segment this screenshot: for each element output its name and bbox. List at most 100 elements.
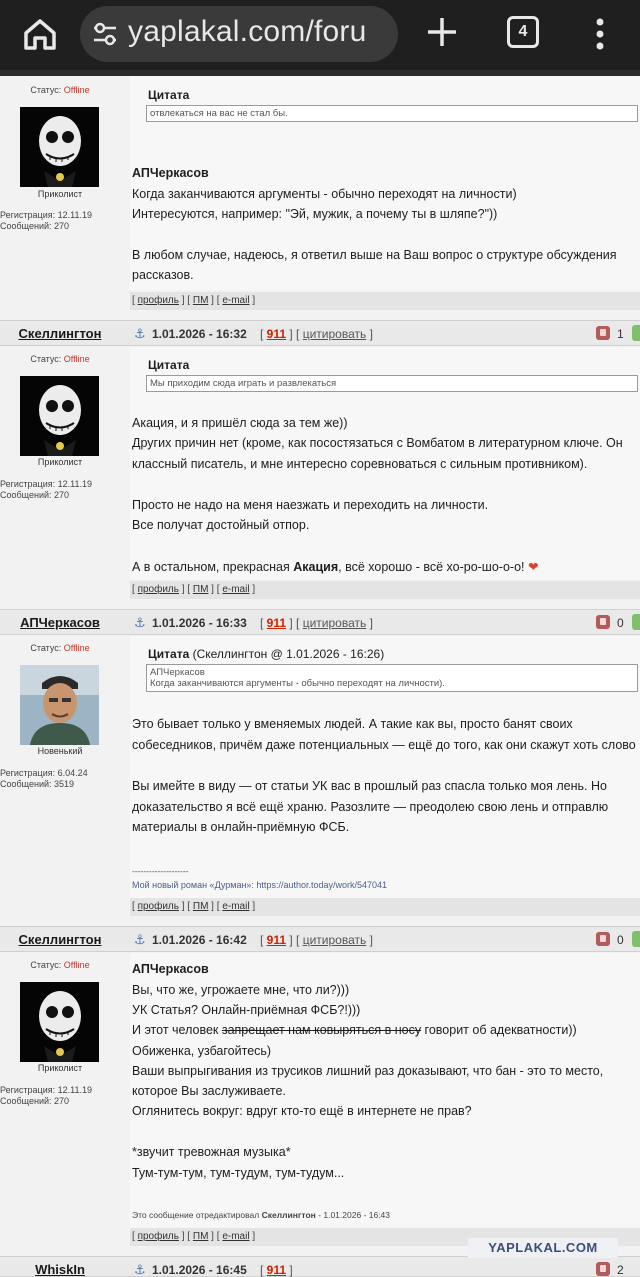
quote-link[interactable]: цитировать	[303, 616, 367, 630]
site-settings-icon[interactable]	[90, 20, 120, 48]
vote-minus-icon[interactable]	[596, 615, 610, 629]
post-text-line: рассказов.	[132, 268, 194, 282]
address-bar[interactable]: yaplakal.com/foru	[80, 6, 398, 62]
pm-link[interactable]: ПМ	[193, 584, 209, 595]
vote-minus-icon[interactable]	[596, 326, 610, 340]
profile-link[interactable]: профиль	[138, 584, 179, 595]
vote-plus-icon[interactable]	[632, 325, 640, 341]
user-status: Статус: Offline	[30, 85, 90, 95]
post-text-line: которое Вы заслуживаете.	[132, 1084, 286, 1098]
post-actions: [ 911 ] [ цитировать ]	[260, 327, 373, 341]
quote-link[interactable]: цитировать	[303, 933, 367, 947]
reputation-link[interactable]: 911	[267, 616, 286, 630]
post-text-line: УК Статья? Онлайн-приёмная ФСБ?!)))	[132, 1003, 361, 1017]
pm-link[interactable]: ПМ	[193, 901, 209, 912]
anchor-icon[interactable]: ⚓	[134, 615, 146, 631]
quote-link[interactable]: цитировать	[303, 327, 367, 341]
avatar[interactable]	[20, 982, 99, 1062]
signature-link[interactable]: Мой новый роман «Дурман»: https://author…	[132, 880, 387, 890]
vote-plus-icon[interactable]	[632, 931, 640, 947]
vote-count: 1	[617, 327, 624, 341]
user-rank: Новенький	[37, 746, 83, 756]
post-text-line: И этот человек запрещает нам ковыряться …	[132, 1023, 577, 1037]
quote-box: отвлекаться на вас не стал бы.	[146, 105, 638, 122]
pm-link[interactable]: ПМ	[193, 295, 209, 306]
email-link[interactable]: e-mail	[222, 901, 249, 912]
reply-author: АПЧеркасов	[132, 962, 209, 976]
post-author-nick[interactable]: Скеллингтон	[0, 932, 120, 947]
post-author-panel: Статус: Offline Приколист Регистрация: 1…	[0, 76, 120, 290]
post-actions: [ 911 ] [ цитировать ]	[260, 933, 373, 947]
post-text-line: Оглянитесь вокруг: вдруг кто-то ещё в ин…	[132, 1104, 472, 1118]
post-text-line: Вы имейте в виду — от статьи УК вас в пр…	[132, 779, 607, 793]
vote-plus-icon[interactable]	[632, 614, 640, 630]
post-text-line: Это бывает только у вменяемых людей. А т…	[132, 717, 573, 731]
quote-label: Цитата (Скеллингтон @ 1.01.2026 - 16:26)	[148, 647, 385, 661]
new-tab-icon[interactable]	[420, 10, 464, 54]
browser-toolbar: yaplakal.com/foru 4	[0, 0, 640, 70]
home-icon[interactable]	[18, 12, 62, 56]
post-body: Цитата (Скеллингтон @ 1.01.2026 - 16:26)…	[130, 636, 640, 898]
post-actions: [ 911 ]	[260, 1263, 293, 1277]
vote-count: 2	[617, 1263, 624, 1277]
post-actions: [ 911 ] [ цитировать ]	[260, 616, 373, 630]
profile-link[interactable]: профиль	[138, 901, 179, 912]
user-status: Статус: Offline	[30, 643, 90, 653]
profile-link[interactable]: профиль	[138, 295, 179, 306]
email-link[interactable]: e-mail	[222, 295, 249, 306]
post-header: АПЧеркасов ⚓ 1.01.2026 - 16:33 [ 911 ] […	[0, 609, 640, 635]
post-text-line: В любом случае, надеюсь, я ответил выше …	[132, 248, 617, 262]
user-info: Регистрация: 6.04.24 Сообщений: 3519	[0, 768, 88, 789]
user-rank: Приколист	[37, 189, 83, 199]
user-rank: Приколист	[37, 457, 83, 467]
vote-minus-icon[interactable]	[596, 1262, 610, 1276]
post-footer: [ профиль ] [ ПМ ] [ e-mail ]	[130, 898, 640, 916]
heart-icon: ❤	[527, 560, 539, 574]
post-date: 1.01.2026 - 16:42	[152, 933, 247, 947]
post-author-nick[interactable]: WhiskIn	[0, 1262, 120, 1277]
quote-box: Мы приходим сюда играть и развлекаться	[146, 375, 638, 392]
vote-minus-icon[interactable]	[596, 932, 610, 946]
avatar[interactable]	[20, 376, 99, 456]
signature-divider: --------------------	[132, 866, 189, 876]
reputation-link[interactable]: 911	[267, 327, 286, 341]
quote-label: Цитата	[148, 88, 190, 102]
post-text-line: доказательство я всё ещё храню. Разозлит…	[132, 800, 609, 814]
post-text-line: материалы в онлайн-приёмную ФСБ.	[132, 820, 350, 834]
quote-label: Цитата	[148, 358, 190, 372]
post-author-nick[interactable]: АПЧеркасов	[0, 615, 120, 630]
avatar[interactable]	[20, 665, 99, 745]
reputation-link[interactable]: 911	[267, 933, 286, 947]
avatar[interactable]	[20, 107, 99, 187]
email-link[interactable]: e-mail	[222, 1231, 249, 1242]
post-date: 1.01.2026 - 16:33	[152, 616, 247, 630]
pm-link[interactable]: ПМ	[193, 1231, 209, 1242]
reputation-link[interactable]: 911	[267, 1263, 286, 1277]
post-body: АПЧеркасов Вы, что же, угрожаете мне, чт…	[130, 953, 640, 1228]
vote-count: 0	[617, 933, 624, 947]
url-text: yaplakal.com/foru	[128, 15, 367, 48]
post-text-line: Интересуются, например: "Эй, мужик, а по…	[132, 207, 498, 221]
post-text-line: Ваши выпрыгивания из трусиков лишний раз…	[132, 1064, 604, 1078]
user-info: Регистрация: 12.11.19 Сообщений: 270	[0, 479, 92, 500]
vote-count: 0	[617, 616, 624, 630]
user-status: Статус: Offline	[30, 354, 90, 364]
anchor-icon[interactable]: ⚓	[134, 932, 146, 948]
email-link[interactable]: e-mail	[222, 584, 249, 595]
post-text-line: Других причин нет (кроме, как посостязат…	[132, 436, 623, 450]
quote-box: АПЧеркасов Когда заканчиваются аргументы …	[146, 664, 638, 692]
post-header: Скеллингтон ⚓ 1.01.2026 - 16:42 [ 911 ] …	[0, 926, 640, 952]
post-author-nick[interactable]: Скеллингтон	[0, 326, 120, 341]
tab-switcher-button[interactable]: 4	[507, 16, 539, 48]
anchor-icon[interactable]: ⚓	[134, 1262, 146, 1277]
profile-link[interactable]: профиль	[138, 1231, 179, 1242]
site-watermark: YAPLAKAL.COM	[468, 1238, 618, 1258]
user-info: Регистрация: 12.11.19 Сообщений: 270	[0, 210, 92, 231]
anchor-icon[interactable]: ⚓	[134, 326, 146, 342]
post-body: Цитата Мы приходим сюда играть и развлек…	[130, 347, 640, 580]
user-rank: Приколист	[37, 1063, 83, 1073]
menu-icon[interactable]	[588, 14, 612, 54]
post-body: Цитата отвлекаться на вас не стал бы. АП…	[130, 76, 640, 290]
post-text-line: классный писатель, и мне интересно сорев…	[132, 457, 588, 471]
post-header: WhiskIn ⚓ 1.01.2026 - 16:45 [ 911 ] 2	[0, 1256, 640, 1277]
